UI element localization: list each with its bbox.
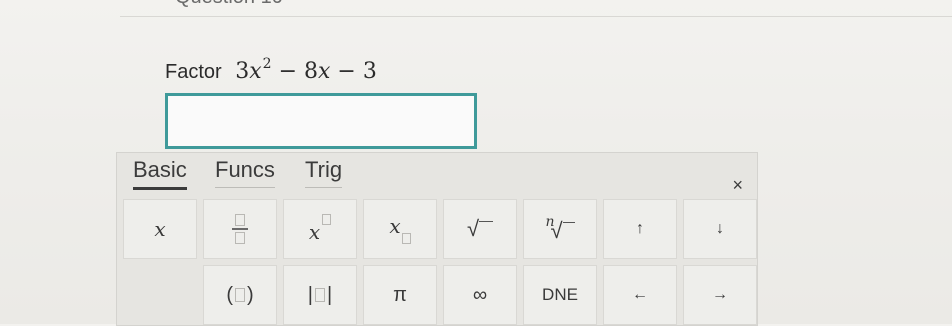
expression-var2: x (318, 59, 331, 84)
right-arrow-icon: → (712, 286, 728, 303)
sqrt-symbol: √ (466, 216, 480, 241)
power-icon: x (308, 214, 332, 244)
sqrt-icon: √ (466, 216, 494, 242)
key-x-label: x (154, 217, 166, 241)
abs-open: | (307, 283, 313, 306)
key-down-arrow[interactable]: ↓ (683, 199, 757, 259)
expression-exponent: 2 (262, 56, 272, 72)
up-arrow-icon: ↑ (636, 220, 644, 237)
instruction-text: Factor (165, 61, 222, 83)
paren-close: ) (247, 283, 254, 306)
nth-root-symbol: √ (550, 218, 563, 243)
key-power[interactable]: x (283, 199, 357, 259)
key-subscript[interactable]: x (363, 199, 437, 259)
key-sqrt[interactable]: √ (443, 199, 517, 259)
problem-prompt: Factor 3x2 − 8x − 3 (165, 56, 377, 84)
abs-close: | (327, 283, 333, 306)
expression-tail: − 3 (330, 59, 377, 84)
key-dne[interactable]: DNE (523, 265, 597, 325)
subscript-base: x (389, 214, 401, 238)
expression: 3x2 − 8x − 3 (235, 56, 377, 84)
down-arrow-icon: ↓ (716, 220, 724, 237)
math-palette: Basic Funcs Trig × x x x √ n √ ↑ ↓ () |… (116, 152, 758, 326)
key-nth-root[interactable]: n √ (523, 199, 597, 259)
answer-input[interactable] (165, 93, 477, 149)
close-palette-button[interactable]: × (732, 175, 743, 196)
key-absolute-value[interactable]: | | (283, 265, 357, 325)
subscript-icon: x (389, 214, 411, 244)
key-fraction[interactable] (203, 199, 277, 259)
tab-trig[interactable]: Trig (305, 157, 343, 188)
key-left-arrow[interactable]: ← (603, 265, 677, 325)
expression-var: x (249, 59, 262, 84)
key-right-arrow[interactable]: → (683, 265, 757, 325)
tab-funcs[interactable]: Funcs (215, 157, 275, 188)
nth-root-icon: n √ (545, 214, 575, 244)
dne-label: DNE (542, 285, 578, 304)
pi-symbol: π (393, 283, 407, 306)
question-title: Question 10 (175, 0, 283, 9)
expression-coef: 3 (235, 59, 250, 84)
paren-open: ( (226, 283, 233, 306)
infinity-symbol: ∞ (472, 283, 488, 306)
absolute-value-icon: | | (308, 284, 332, 307)
expression-middle: − 8 (271, 59, 319, 84)
key-x[interactable]: x (123, 199, 197, 259)
parentheses-icon: ( ) (226, 284, 253, 307)
key-parentheses[interactable]: ( ) (203, 265, 277, 325)
tab-basic[interactable]: Basic (133, 157, 187, 190)
power-base: x (308, 220, 321, 244)
left-arrow-icon: ← (632, 286, 648, 303)
fraction-icon (232, 214, 248, 244)
header-divider (120, 16, 952, 17)
key-infinity[interactable]: ∞ (443, 265, 517, 325)
key-pi[interactable]: π (363, 265, 437, 325)
key-up-arrow[interactable]: ↑ (603, 199, 677, 259)
